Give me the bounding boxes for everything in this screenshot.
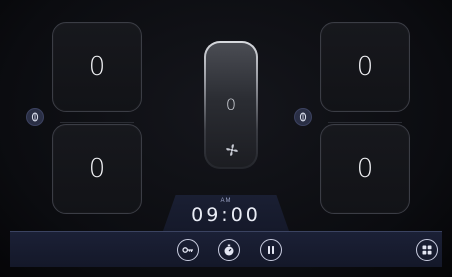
pause-button[interactable] — [260, 239, 282, 261]
sync-icon — [31, 112, 39, 122]
zone-left-top-value: 0 — [88, 52, 106, 82]
clock-time[interactable]: 09:00 — [0, 204, 452, 226]
fan-panel: 0 — [206, 43, 256, 167]
zone-right-bottom-value: 0 — [356, 154, 374, 184]
right-divider — [328, 122, 402, 123]
apps-grid-icon — [422, 245, 432, 255]
fan-icon — [226, 144, 238, 156]
zone-right-top-button[interactable]: 0 — [320, 22, 410, 112]
timer-icon — [224, 244, 234, 256]
left-divider — [60, 122, 134, 123]
right-sync-button[interactable] — [294, 108, 312, 126]
pause-icon — [268, 246, 274, 254]
heating-control-screen: 0 0 0 0 0 AM 09:00 — [0, 0, 452, 277]
fan-speed-value: 0 — [225, 95, 237, 114]
sync-icon — [299, 112, 307, 122]
key-button[interactable] — [177, 239, 199, 261]
left-sync-button[interactable] — [26, 108, 44, 126]
zone-left-bottom-value: 0 — [88, 154, 106, 184]
timer-button[interactable] — [218, 239, 240, 261]
fan-speed-control[interactable]: 0 — [204, 41, 258, 169]
key-icon — [182, 247, 193, 253]
bottom-toolbar — [10, 231, 442, 267]
zone-right-top-value: 0 — [356, 52, 374, 82]
apps-button[interactable] — [416, 239, 438, 261]
zone-left-top-button[interactable]: 0 — [52, 22, 142, 112]
